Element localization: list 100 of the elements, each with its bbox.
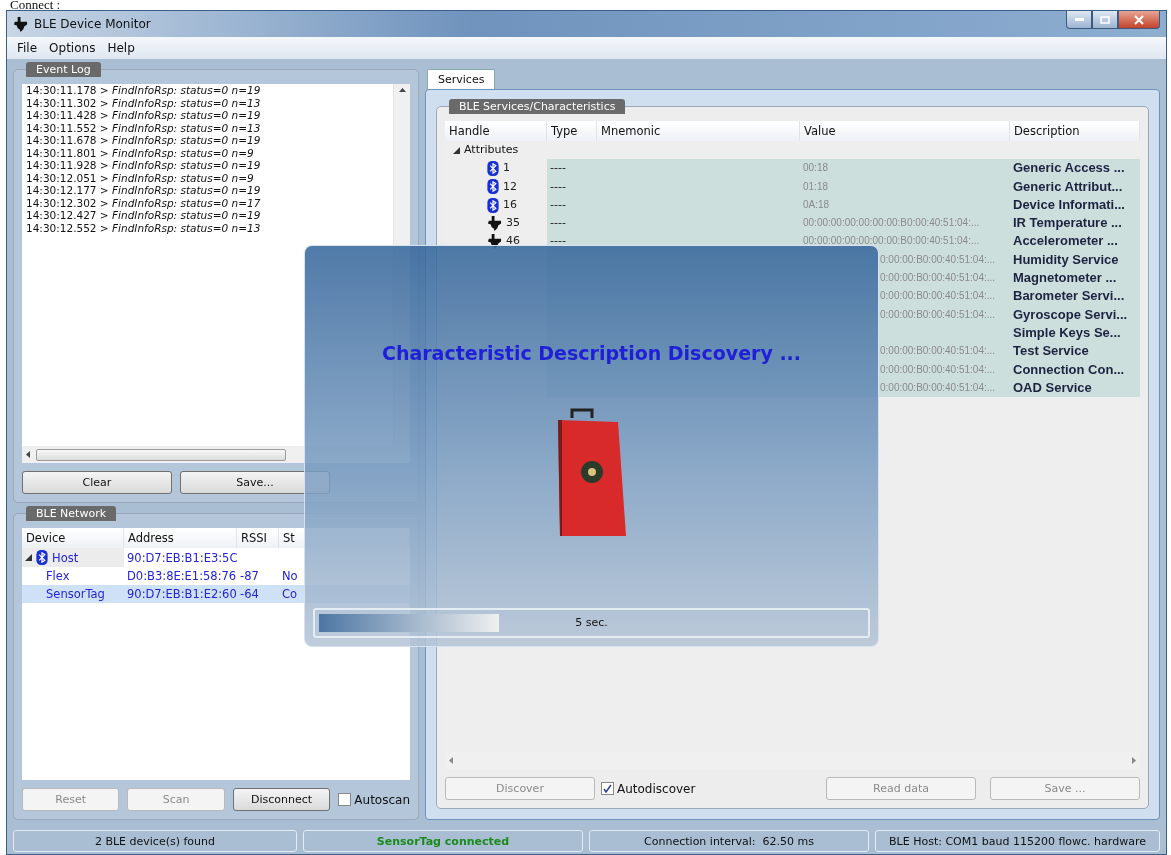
table-cell-text: ---- (550, 160, 566, 177)
log-line: 14:30:12.051 > FindInfoRsp: status=0 n=9 (26, 171, 255, 184)
autoscan-checkbox[interactable]: Autoscan (338, 792, 410, 807)
network-button[interactable]: Disconnect (232, 788, 331, 811)
table-cell-text: ---- (550, 178, 566, 195)
log-line: 14:30:12.177 > FindInfoRsp: status=0 n=19 (26, 184, 262, 197)
column-header[interactable]: Handle (445, 121, 547, 141)
column-header[interactable]: Device (22, 528, 124, 548)
panel-title: Event Log (26, 62, 101, 77)
table-cell-text: 0:00:00:B0:00:40:51:04:... (880, 344, 996, 359)
status-field: SensorTag connected (303, 830, 583, 852)
tree-item[interactable]: Host (22, 548, 124, 567)
bluetooth-icon (487, 197, 499, 213)
status-field: Connection interval: 62.50 ms (589, 830, 869, 852)
autodiscover-checkbox[interactable]: Autodiscover (601, 781, 696, 796)
log-line: 14:30:11.552 > FindInfoRsp: status=0 n=13 (26, 121, 262, 134)
log-line: 14:30:11.801 > FindInfoRsp: status=0 n=9 (26, 146, 255, 159)
menu-item[interactable]: File (13, 39, 42, 57)
table-cell-text: 46 (506, 233, 520, 250)
table-cell-text: 01:18 (803, 179, 829, 194)
table-cell-text: 0:00:00:B0:00:40:51:04:... (880, 307, 996, 322)
table-cell: Generic Attribut... (1013, 177, 1123, 196)
table-cell-text: 0:00:00:B0:00:40:51:04:... (880, 289, 996, 304)
table-cell-text: 12 (503, 178, 517, 195)
table-cell: Accelerometer ... (1013, 232, 1118, 251)
tab[interactable]: Services (427, 69, 496, 89)
column-header[interactable]: Address (124, 528, 237, 548)
menu-item[interactable]: Help (103, 39, 139, 57)
status-field: 2 BLE device(s) found (13, 830, 297, 852)
table-cell-text: 0A:18 (803, 197, 830, 212)
table-cell-text: 35 (506, 215, 520, 232)
minimize-icon (1074, 18, 1084, 21)
table-cell: Barometer Servi... (1013, 287, 1125, 306)
table-cell-text: Simple Keys Se... (1013, 323, 1121, 342)
table-cell: Generic Access ... (1013, 159, 1125, 178)
triangle-left-icon (26, 451, 30, 458)
dialog-message: Characteristic Description Discovery ... (381, 342, 802, 364)
maximize-icon (1100, 15, 1110, 24)
close-button[interactable] (1118, 11, 1160, 29)
table-cell-text: Humidity Service (1013, 250, 1119, 269)
panel-title: BLE Network (26, 506, 117, 521)
table-cell-text: OAD Service (1013, 378, 1092, 397)
table-cell-text: ---- (550, 233, 566, 250)
minimize-button[interactable] (1066, 11, 1092, 29)
log-button[interactable]: Clear (22, 471, 172, 494)
column-header[interactable]: Mnemonic (597, 121, 800, 141)
table-cell-text: Device Informati... (1013, 195, 1125, 214)
table-cell: Connection Con... (1013, 360, 1125, 379)
check-icon (603, 784, 612, 793)
progress-label: 5 sec. (575, 616, 608, 629)
tree-item[interactable]: Flex (22, 567, 124, 585)
texas-shape-icon (13, 16, 28, 32)
table-cell-text: 90:D7:EB:B1:E3:5C (126, 549, 237, 567)
log-line: 14:30:11.678 > FindInfoRsp: status=0 n=19 (26, 134, 262, 147)
triangle-up-icon (398, 88, 406, 92)
caret-icon[interactable] (25, 554, 32, 561)
tree-item[interactable]: Attributes (445, 141, 1140, 160)
log-line: 14:30:11.928 > FindInfoRsp: status=0 n=19 (26, 159, 262, 172)
bluetooth-icon (487, 160, 499, 176)
table-cell: Test Service (1013, 342, 1089, 361)
table-cell-text: 1 (503, 160, 510, 177)
table-cell: 90:D7:EB:B1:E2:60 (124, 585, 237, 603)
close-icon (1134, 14, 1144, 25)
column-header[interactable]: RSSI (237, 528, 279, 548)
window-title: BLE Device Monitor (34, 17, 151, 31)
table-cell-text: -87 (239, 568, 260, 585)
table-cell-text: ---- (550, 215, 566, 232)
log-line: 14:30:12.427 > FindInfoRsp: status=0 n=19 (26, 209, 262, 222)
log-line: 14:30:12.552 > FindInfoRsp: status=0 n=13 (26, 221, 262, 234)
bluetooth-icon (487, 179, 499, 195)
panel-title: BLE Services/Characteristics (449, 99, 626, 114)
table-cell: Gyroscope Servi... (1013, 305, 1128, 324)
menu-item[interactable]: Options (45, 39, 100, 57)
log-line: 14:30:11.428 > FindInfoRsp: status=0 n=19 (26, 109, 262, 122)
table-cell-text: 0:00:00:B0:00:40:51:04:... (880, 362, 996, 377)
caption-text: Connect : (9, 0, 62, 10)
column-header[interactable]: Value (800, 121, 1010, 141)
column-header[interactable]: Description (1010, 121, 1140, 141)
caret-icon[interactable] (453, 146, 460, 154)
table-cell-text: No (281, 568, 299, 585)
tree-item[interactable]: SensorTag (22, 585, 124, 603)
table-cell-text: D0:B3:8E:E1:58:76 (126, 568, 237, 585)
column-header[interactable]: Type (547, 121, 597, 141)
status-field: BLE Host: COM1 baud 115200 flowc. hardware (875, 830, 1160, 852)
texas-shape-icon (487, 215, 502, 231)
table-cell-text: 16 (503, 196, 517, 213)
log-line: 14:30:11.178 > FindInfoRsp: status=0 n=19 (26, 84, 262, 97)
table-cell: Magnetometer ... (1013, 269, 1117, 288)
table-cell-text: 0:00:00:B0:00:40:51:04:... (880, 380, 996, 395)
table-cell-text: 0:00:00:B0:00:40:51:04:... (880, 252, 996, 267)
table-cell-text: 00:00:00:00:00:00:00:B0:00:40:51:04:... (803, 216, 980, 231)
table-cell-text: 00:00:00:00:00:00:00:B0:00:40:51:04:... (803, 234, 980, 249)
table-cell-text: 0:00:00:B0:00:40:51:04:... (880, 271, 996, 286)
bluetooth-icon (36, 550, 48, 565)
maximize-button[interactable] (1092, 11, 1118, 29)
table-cell-text: 00:18 (803, 161, 829, 176)
table-cell: IR Temperature ... (1013, 214, 1122, 233)
table-cell-text: ---- (550, 196, 566, 213)
log-line: 14:30:12.302 > FindInfoRsp: status=0 n=17 (26, 196, 262, 209)
log-line: 14:30:11.302 > FindInfoRsp: status=0 n=13 (26, 96, 262, 109)
